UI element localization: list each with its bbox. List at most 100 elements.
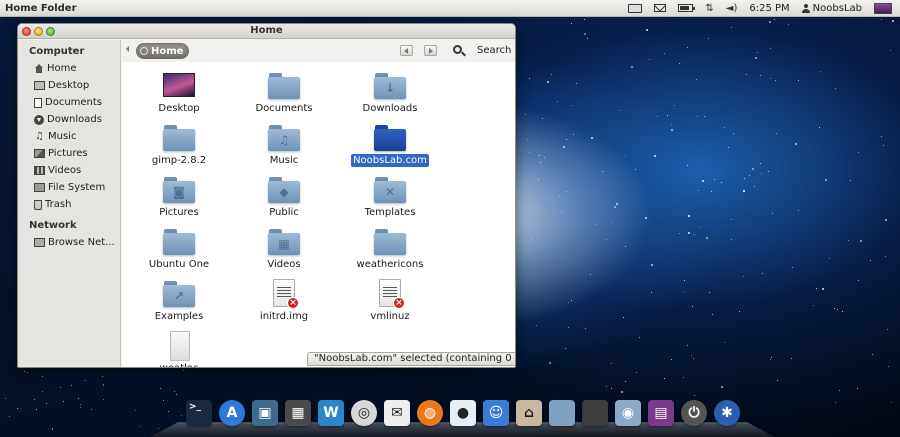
file-manager-window: Home Computer Home Desktop Documents Downlo… <box>17 23 516 368</box>
file-item-label: initrd.img <box>259 311 309 322</box>
videos-icon <box>34 166 45 175</box>
file-item-downloads[interactable]: ↓ Downloads <box>345 71 435 115</box>
drive-icon <box>34 183 45 192</box>
window-titlebar[interactable]: Home <box>18 24 515 39</box>
dvd-icon[interactable]: ◎ <box>351 400 377 426</box>
finder-glyph: ☺ <box>488 405 504 421</box>
writer-icon[interactable]: W <box>318 400 344 426</box>
search-icon[interactable] <box>453 45 462 54</box>
messenger-icon[interactable]: ● <box>450 400 476 426</box>
file-item-ubuntu-one[interactable]: Ubuntu One <box>134 227 224 271</box>
folder-icon: ↓ <box>373 71 407 101</box>
sidebar-item-downloads[interactable]: Downloads <box>18 111 120 128</box>
home-crumb-icon <box>140 47 148 55</box>
back-button[interactable] <box>400 45 413 56</box>
firefox-icon[interactable]: ◍ <box>417 400 443 426</box>
file-item-weatloc[interactable]: weatloc <box>134 331 224 367</box>
power-icon[interactable]: ⏻ <box>681 400 707 426</box>
mail-indicator-icon[interactable] <box>654 0 667 17</box>
places-sidebar: Computer Home Desktop Documents Downloads ♫ M… <box>18 40 121 367</box>
monitor-icon[interactable]: ▣ <box>252 400 278 426</box>
sidebar-item-documents[interactable]: Documents <box>18 94 120 111</box>
finder-icon[interactable]: ☺ <box>483 400 509 426</box>
clock[interactable]: 6:25 PM <box>749 0 789 17</box>
path-scroll-left-icon[interactable] <box>126 46 129 52</box>
sidebar-item-videos[interactable]: Videos <box>18 162 120 179</box>
photos-icon[interactable]: ▤ <box>648 400 674 426</box>
monitor-glyph: ▣ <box>258 405 272 421</box>
sidebar-item-browse-net[interactable]: Browse Net... <box>18 234 120 251</box>
file-item-pictures[interactable]: ◙ Pictures <box>134 175 224 219</box>
app-title: Home Folder <box>5 2 77 14</box>
app-store-icon[interactable]: A <box>219 400 245 426</box>
user-menu[interactable]: NoobsLab <box>801 0 862 17</box>
sidebar-heading-computer: Computer <box>29 46 85 57</box>
sidebar-item-label: Browse Net... <box>48 237 115 248</box>
file-item-documents[interactable]: Documents <box>239 71 329 115</box>
file-item-label: gimp-2.8.2 <box>151 155 207 166</box>
file-item-initrd-img[interactable]: × initrd.img <box>239 279 329 323</box>
breadcrumb-home[interactable]: Home <box>136 43 190 59</box>
file-view[interactable]: Desktop Documents ↓ Downloads gimp-2.8.2 ♫ Mus… <box>122 62 515 367</box>
folder-icon: ↗ <box>162 279 196 309</box>
home-folder-icon[interactable]: ⌂ <box>516 400 542 426</box>
app-store-glyph: A <box>226 405 238 421</box>
pictures-icon <box>34 149 45 158</box>
broken-link-file-icon: × <box>373 279 407 309</box>
file-item-public[interactable]: ◆ Public <box>239 175 329 219</box>
sidebar-item-pictures[interactable]: Pictures <box>18 145 120 162</box>
file-item-label: Ubuntu One <box>148 259 210 270</box>
sidebar-item-home[interactable]: Home <box>18 60 120 77</box>
dark-folder-icon[interactable] <box>582 400 608 426</box>
window-title: Home <box>250 25 283 36</box>
accessibility-icon[interactable]: ✱ <box>714 400 740 426</box>
search-button[interactable]: Search <box>477 45 511 56</box>
sidebar-item-file-system[interactable]: File System <box>18 179 120 196</box>
forward-button[interactable] <box>424 45 437 56</box>
folder-icon <box>162 227 196 257</box>
status-bar: "NoobsLab.com" selected (containing 0 it… <box>307 352 515 366</box>
dock: >_ A ▣ ▦ W ◎ ✉ ◍ ● ☺ ⌂ ◉ ▤ ⏻ ✱ <box>186 396 747 426</box>
terminal-icon[interactable]: >_ <box>186 400 212 426</box>
calculator-icon[interactable]: ▦ <box>285 400 311 426</box>
network-indicator-icon[interactable]: ⇅ <box>705 0 713 17</box>
sidebar-item-label: Videos <box>48 165 82 176</box>
desktop-icon <box>34 81 45 90</box>
downloads-icon <box>34 114 44 125</box>
user-icon <box>801 3 810 13</box>
network-folder-glyph: ◉ <box>621 405 635 421</box>
file-item-label: NoobsLab.com <box>351 154 429 167</box>
folder-icon[interactable] <box>549 400 575 426</box>
trash-icon <box>34 199 42 210</box>
mail-icon[interactable]: ✉ <box>384 400 410 426</box>
toolbar: Home Search <box>122 40 515 62</box>
file-item-examples[interactable]: ↗ Examples <box>134 279 224 323</box>
file-item-gimp-2-8-2[interactable]: gimp-2.8.2 <box>134 123 224 167</box>
battery-indicator-icon[interactable] <box>678 0 696 17</box>
file-item-templates[interactable]: ✕ Templates <box>345 175 435 219</box>
breadcrumb-label: Home <box>151 45 184 57</box>
folder-icon <box>373 227 407 257</box>
firefox-glyph: ◍ <box>423 405 437 421</box>
sidebar-item-label: Music <box>48 131 77 142</box>
network-folder-icon[interactable]: ◉ <box>615 400 641 426</box>
file-item-label: Pictures <box>159 207 199 218</box>
sidebar-item-music[interactable]: ♫ Music <box>18 128 120 145</box>
file-item-label: Desktop <box>158 103 200 114</box>
file-item-music[interactable]: ♫ Music <box>239 123 329 167</box>
session-indicator-icon[interactable] <box>874 0 894 17</box>
file-item-label: weathericons <box>356 259 424 270</box>
file-item-desktop[interactable]: Desktop <box>134 71 224 115</box>
file-item-weathericons[interactable]: weathericons <box>345 227 435 271</box>
terminal-glyph: >_ <box>189 402 202 412</box>
sidebar-item-desktop[interactable]: Desktop <box>18 77 120 94</box>
volume-indicator-icon[interactable]: ◄) <box>726 0 738 17</box>
sidebar-item-trash[interactable]: Trash <box>18 196 120 213</box>
keyboard-indicator-icon[interactable] <box>628 0 643 17</box>
home-folder-glyph: ⌂ <box>523 405 535 421</box>
file-item-label: weatloc <box>158 362 201 367</box>
file-item-vmlinuz[interactable]: × vmlinuz <box>345 279 435 323</box>
file-item-label: Examples <box>154 311 204 322</box>
file-item-videos[interactable]: ▦ Videos <box>239 227 329 271</box>
file-item-noobslab-com[interactable]: NoobsLab.com <box>345 123 435 167</box>
